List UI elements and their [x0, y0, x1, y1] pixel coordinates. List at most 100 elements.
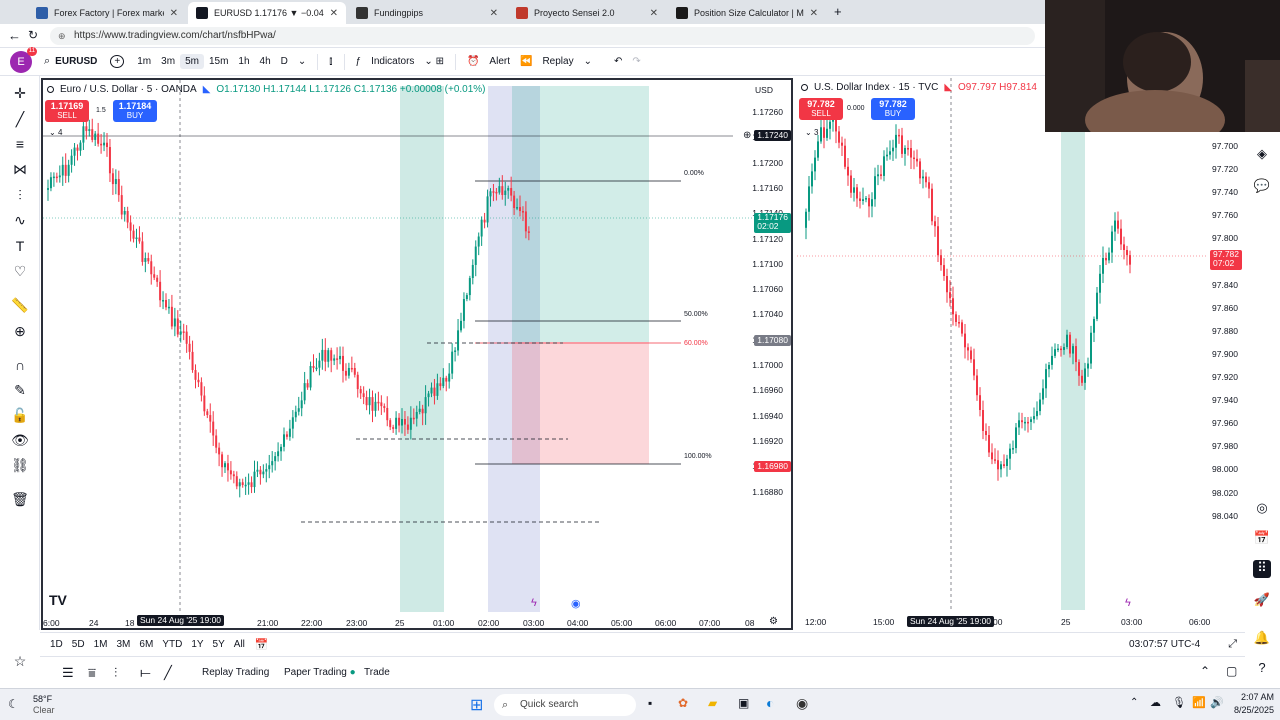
close-tab-icon[interactable]: ✕	[650, 8, 658, 19]
interval-dropdown-chevron-icon[interactable]: ⌄	[293, 54, 311, 69]
add-symbol-icon[interactable]: +	[110, 55, 125, 68]
help-icon[interactable]: ?	[1253, 660, 1271, 678]
replay-icon[interactable]: ⏪	[515, 54, 537, 69]
fib-retracement-icon[interactable]: ≡	[10, 135, 30, 153]
panel-pen-icon[interactable]: ╱	[164, 665, 172, 681]
sell-button-2[interactable]: 97.782 SELL	[799, 98, 843, 120]
tab-paper-trading[interactable]: Paper Trading ●	[284, 667, 356, 678]
edge-browser-icon[interactable]: ◐	[766, 695, 774, 711]
buy-button-2[interactable]: 97.782 BUY	[871, 98, 915, 120]
maximize-icon[interactable]: ▢	[1226, 664, 1237, 678]
range-3M[interactable]: 3M	[117, 639, 131, 650]
close-tab-icon[interactable]: ✕	[810, 8, 818, 19]
alert-button[interactable]: Alert	[484, 54, 515, 69]
panel-list-icon[interactable]: ⩸	[88, 665, 96, 681]
crosshair-icon[interactable]: ✛	[10, 84, 30, 102]
panel-sliders-icon[interactable]: ⫶	[114, 665, 117, 681]
range-1Y[interactable]: 1Y	[191, 639, 203, 650]
weather-moon-icon[interactable]: ☾	[8, 697, 19, 711]
go-to-date-icon[interactable]: 📅	[255, 638, 269, 651]
link-icon[interactable]: ⛓	[10, 456, 30, 474]
close-tab-icon[interactable]: ✕	[330, 8, 338, 19]
range-5Y[interactable]: 5Y	[213, 639, 225, 650]
url-field[interactable]: ⊕ https://www.tradingview.com/chart/nsfb…	[50, 27, 1035, 45]
obs-icon[interactable]: ◉	[796, 695, 808, 712]
settings-gear-icon[interactable]: ⚙	[769, 616, 778, 627]
chat-icon[interactable]: 💬	[1253, 178, 1271, 196]
browser-tab[interactable]: Fundingpips ✕	[348, 2, 506, 24]
browser-tab[interactable]: Proyecto Sensei 2.0 ✕	[508, 2, 666, 24]
start-windows-icon[interactable]: ⊞	[470, 695, 483, 715]
panel-line-icon[interactable]: ⟝	[140, 665, 151, 681]
range-YTD[interactable]: YTD	[162, 639, 182, 650]
apps-grid-icon[interactable]: ⠿	[1253, 560, 1271, 578]
store-icon[interactable]: ▣	[738, 696, 749, 710]
templates-icon[interactable]: ⌄ ⊞	[419, 54, 449, 69]
taskview-icon[interactable]: ▪	[648, 696, 652, 710]
rocket-icon[interactable]: 🚀	[1253, 592, 1271, 610]
interval-1h[interactable]: 1h	[233, 54, 254, 69]
tab-trade[interactable]: Trade	[364, 667, 390, 678]
trash-icon[interactable]: 🗑	[10, 490, 30, 508]
symbol-search[interactable]: EURUSD	[50, 54, 102, 69]
zoom-in-icon[interactable]: ⊕	[10, 322, 30, 340]
microphone-icon[interactable]: 🎙	[1172, 696, 1186, 709]
brush-icon[interactable]: ∿	[10, 211, 30, 229]
alarm-clock-icon[interactable]: ⏰	[462, 54, 484, 69]
undo-icon[interactable]: ↶	[609, 54, 627, 69]
dxy-candles[interactable]	[797, 78, 1242, 630]
back-arrow-icon[interactable]: ←	[8, 28, 21, 43]
ruler-icon[interactable]: 📏	[10, 296, 30, 314]
clock[interactable]: 03:07:57 UTC-4	[1129, 639, 1200, 650]
range-6M[interactable]: 6M	[139, 639, 153, 650]
target-icon[interactable]: ◎	[1253, 500, 1271, 518]
interval-D[interactable]: D	[276, 54, 293, 69]
file-explorer-icon[interactable]: ▰	[708, 696, 717, 710]
replay-dropdown-chevron-icon[interactable]: ⌄	[579, 54, 597, 69]
collapse-up-icon[interactable]: ⌃	[1200, 664, 1210, 678]
tray-date[interactable]: 8/25/2025	[1222, 705, 1274, 715]
eye-icon[interactable]: 👁	[10, 431, 30, 449]
calendar-icon[interactable]: 📅	[1253, 530, 1271, 548]
watchlist-star-icon[interactable]: ☆	[10, 652, 30, 670]
interval-4h[interactable]: 4h	[255, 54, 276, 69]
lightning-event-icon[interactable]: ϟ	[531, 597, 537, 609]
expand-icon[interactable]: ⤢	[1228, 638, 1237, 651]
range-5D[interactable]: 5D	[72, 639, 85, 650]
economic-event-icon[interactable]: ◉	[571, 597, 581, 610]
indicators-button[interactable]: Indicators	[366, 54, 419, 69]
stay-drawing-icon[interactable]: ✎	[10, 381, 30, 399]
heart-icon[interactable]: ♡	[10, 262, 30, 280]
position-tool-icon[interactable]: ⫶	[10, 186, 30, 204]
range-All[interactable]: All	[234, 639, 245, 650]
taskbar-search[interactable]: ⌕ Quick search	[494, 694, 636, 716]
trend-line-icon[interactable]: ╱	[10, 110, 30, 128]
interval-1m[interactable]: 1m	[132, 54, 156, 69]
browser-tab[interactable]: Position Size Calculator | Myfxboo ✕	[668, 2, 826, 24]
lock-icon[interactable]: 🔓	[10, 406, 30, 424]
pattern-icon[interactable]: ⋈	[10, 160, 30, 178]
eurusd-candles[interactable]	[43, 80, 791, 628]
range-1D[interactable]: 1D	[50, 639, 63, 650]
browser-tab[interactable]: EURUSD 1.17176 ▼ −0.04% se ✕	[188, 2, 346, 24]
candles-style-icon[interactable]: ⫾	[324, 54, 337, 69]
buy-button[interactable]: 1.17184 BUY	[113, 100, 157, 122]
range-1M[interactable]: 1M	[94, 639, 108, 650]
close-tab-icon[interactable]: ✕	[170, 8, 178, 19]
layers-icon[interactable]: ◈	[1253, 146, 1271, 164]
reload-icon[interactable]: ↻	[28, 28, 38, 42]
tray-time[interactable]: 2:07 AM	[1228, 692, 1274, 702]
indicators-icon[interactable]: ƒ	[351, 54, 367, 69]
interval-3m[interactable]: 3m	[156, 54, 180, 69]
tray-chevron-icon[interactable]: ⌃	[1130, 697, 1138, 708]
replay-button[interactable]: Replay	[537, 54, 578, 69]
browser-tab[interactable]: Forex Factory | Forex markets for ✕	[28, 2, 186, 24]
text-tool-icon[interactable]: T	[10, 237, 30, 255]
cloud-icon[interactable]: ☁	[1150, 696, 1161, 709]
sell-button[interactable]: 1.17169 SELL	[45, 100, 89, 122]
magnet-icon[interactable]: ∩	[10, 356, 30, 374]
interval-15m[interactable]: 15m	[204, 54, 233, 69]
chart-pane-dxy[interactable]: U.S. Dollar Index · 15 · TVC ◣ O97.797 H…	[797, 78, 1242, 630]
redo-icon[interactable]: ↷	[627, 54, 645, 69]
indicators-collapse[interactable]: ⌄ 4	[49, 128, 62, 137]
